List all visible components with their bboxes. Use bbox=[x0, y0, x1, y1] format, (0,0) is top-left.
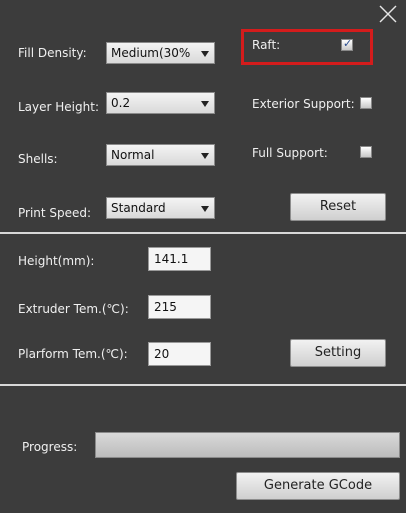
section-divider bbox=[0, 232, 406, 234]
chevron-down-icon bbox=[201, 101, 209, 107]
platform-temp-input[interactable]: 20 bbox=[148, 342, 211, 366]
layer-height-value: 0.2 bbox=[111, 96, 131, 110]
shells-select[interactable]: Normal bbox=[106, 144, 215, 166]
layer-height-label: Layer Height: bbox=[18, 100, 99, 114]
fill-density-label: Fill Density: bbox=[18, 46, 87, 60]
height-input[interactable]: 141.1 bbox=[148, 247, 211, 271]
layer-height-select[interactable]: 0.2 bbox=[106, 92, 215, 114]
chevron-down-icon bbox=[201, 153, 209, 159]
print-speed-select[interactable]: Standard bbox=[106, 197, 215, 219]
print-speed-value: Standard bbox=[111, 201, 166, 215]
exterior-support-label: Exterior Support: bbox=[252, 97, 355, 111]
raft-label: Raft: bbox=[252, 38, 281, 52]
height-label: Height(mm): bbox=[18, 254, 95, 268]
full-support-checkbox[interactable] bbox=[360, 146, 372, 158]
full-support-label: Full Support: bbox=[252, 146, 328, 160]
raft-checkbox[interactable] bbox=[341, 37, 353, 51]
exterior-support-checkbox[interactable] bbox=[360, 97, 372, 109]
chevron-down-icon bbox=[201, 51, 209, 57]
fill-density-select[interactable]: Medium(30% bbox=[106, 42, 215, 64]
print-settings-panel: Fill Density: Medium(30% Layer Height: 0… bbox=[0, 0, 406, 513]
setting-button[interactable]: Setting bbox=[290, 339, 386, 367]
platform-temp-label: Plarform Tem.(℃): bbox=[18, 347, 128, 361]
fill-density-value: Medium(30% bbox=[111, 46, 191, 60]
print-speed-label: Print Speed: bbox=[18, 206, 92, 220]
generate-gcode-button[interactable]: Generate GCode bbox=[236, 472, 400, 500]
shells-label: Shells: bbox=[18, 152, 58, 166]
chevron-down-icon bbox=[201, 206, 209, 212]
progress-label: Progress: bbox=[22, 440, 78, 454]
extruder-temp-label: Extruder Tem.(℃): bbox=[18, 302, 129, 316]
section-divider bbox=[0, 384, 406, 386]
close-icon[interactable] bbox=[376, 2, 400, 26]
extruder-temp-input[interactable]: 215 bbox=[148, 295, 211, 319]
reset-button[interactable]: Reset bbox=[290, 193, 386, 221]
shells-value: Normal bbox=[111, 148, 155, 162]
progress-bar bbox=[95, 432, 400, 458]
